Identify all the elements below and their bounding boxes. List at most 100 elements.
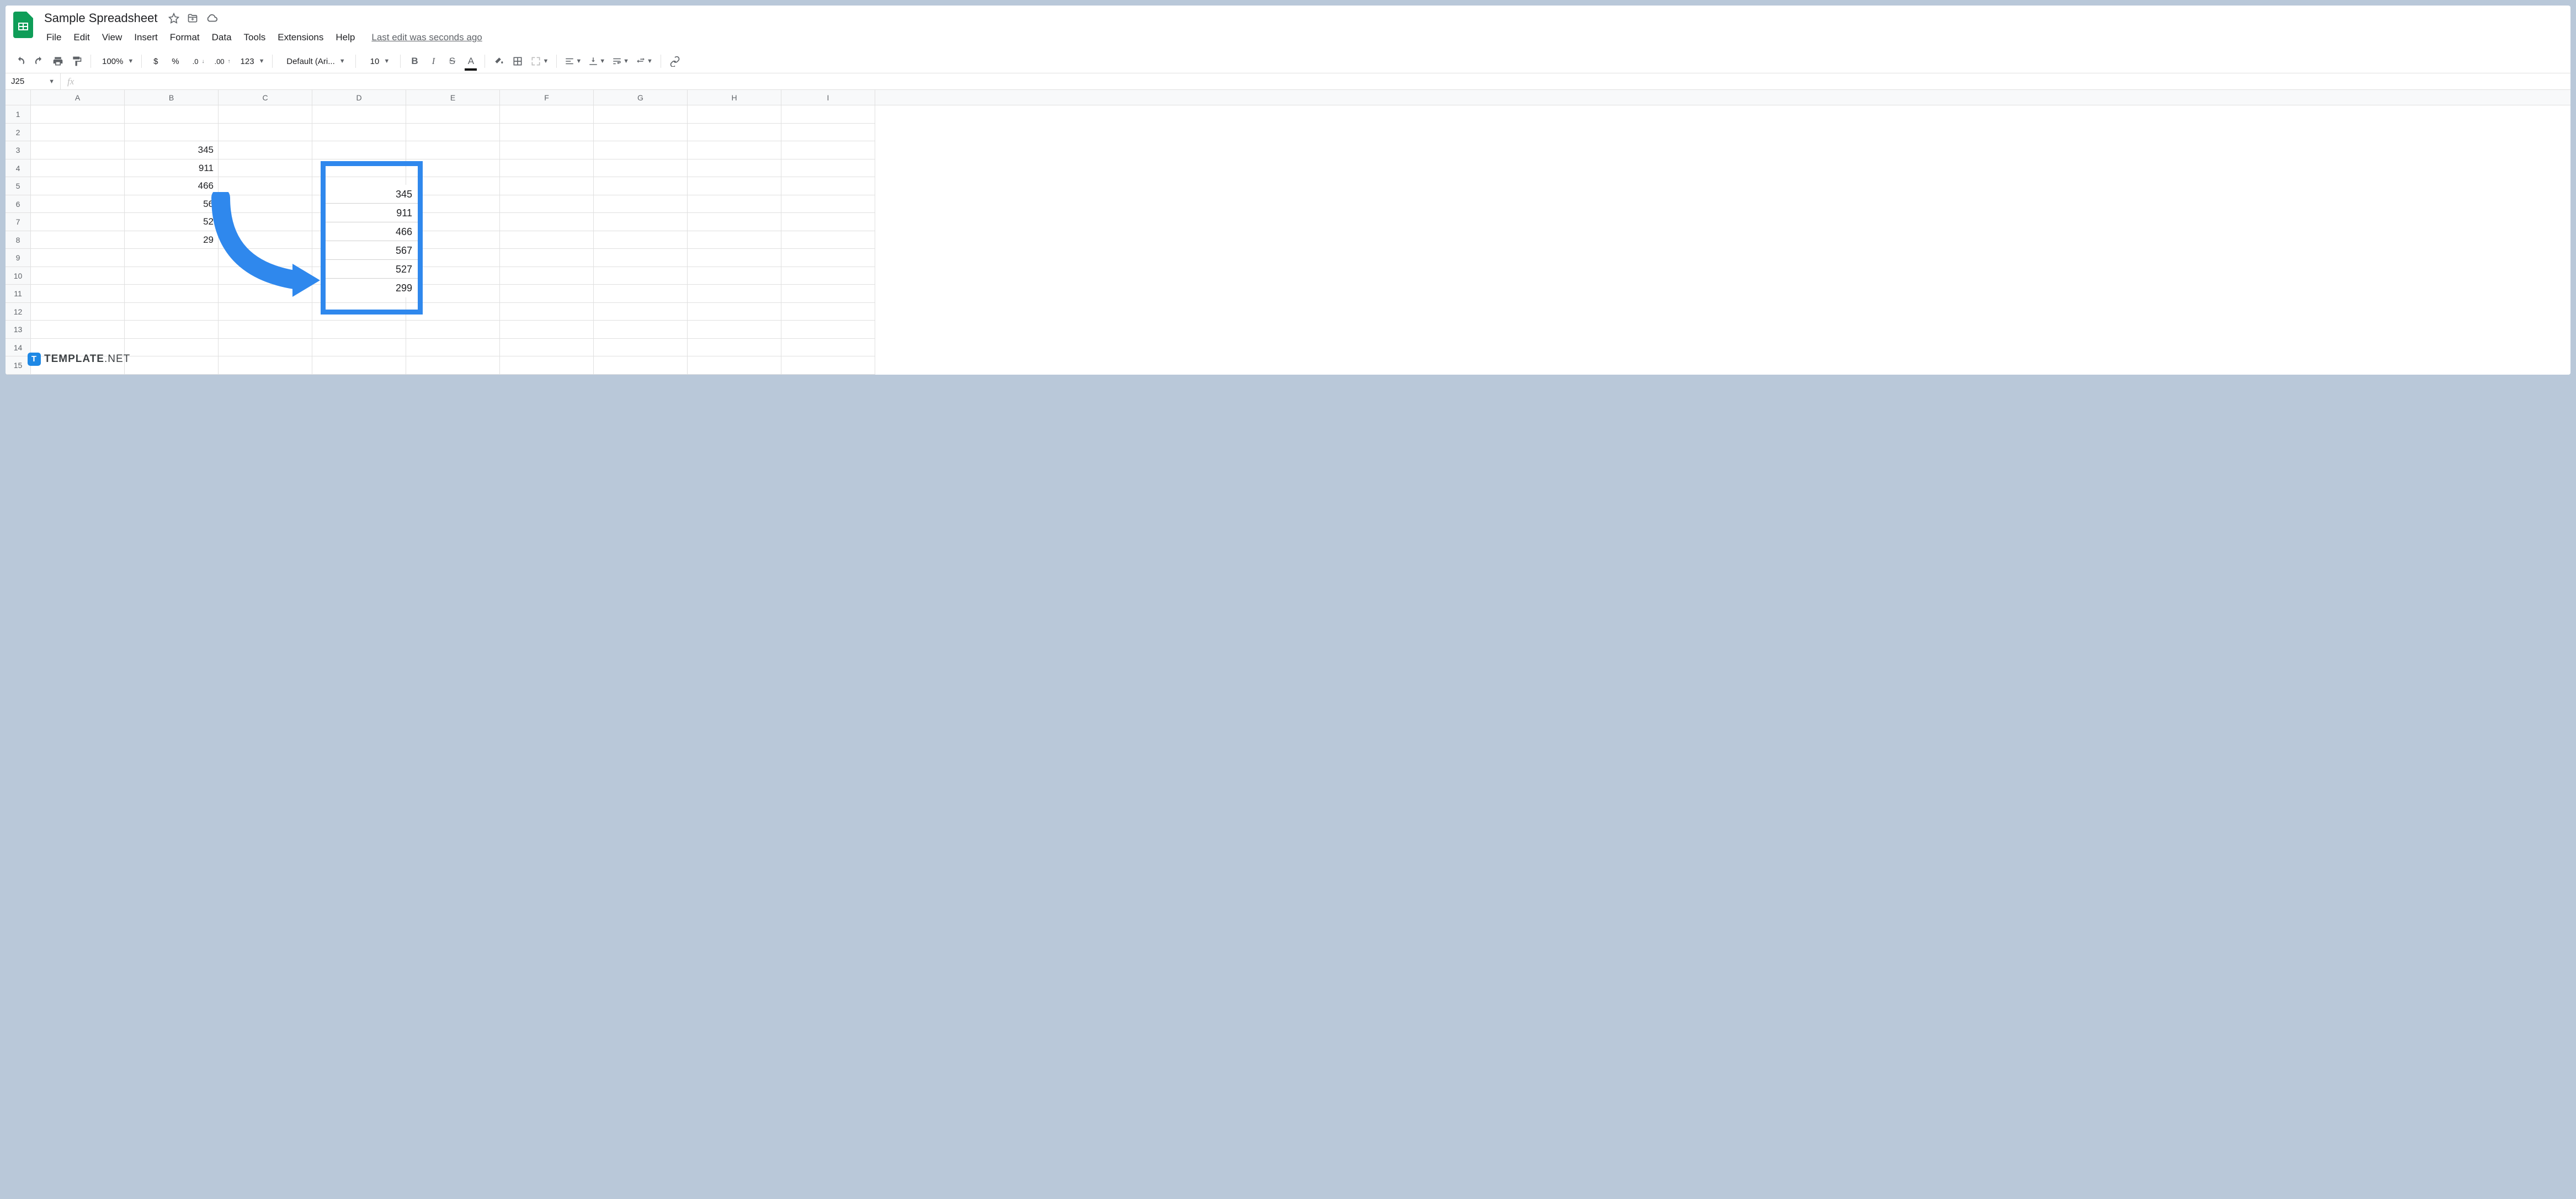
row-header-5[interactable]: 5 <box>6 177 31 195</box>
cell-E12[interactable] <box>406 303 500 321</box>
cloud-status-icon[interactable] <box>206 12 218 24</box>
cell-A6[interactable] <box>31 195 125 214</box>
print-button[interactable] <box>50 53 66 70</box>
cell-D11[interactable] <box>312 285 406 303</box>
cell-B14[interactable] <box>125 339 219 357</box>
cell-I4[interactable] <box>781 159 875 178</box>
currency-button[interactable]: $ <box>147 53 164 70</box>
cell-H15[interactable] <box>688 356 781 375</box>
cell-I3[interactable] <box>781 141 875 159</box>
italic-button[interactable]: I <box>425 53 441 70</box>
cell-F3[interactable] <box>500 141 594 159</box>
cell-E3[interactable] <box>406 141 500 159</box>
paint-format-button[interactable] <box>68 53 85 70</box>
cell-G11[interactable] <box>594 285 688 303</box>
cell-D10[interactable] <box>312 267 406 285</box>
cell-I10[interactable] <box>781 267 875 285</box>
cell-A4[interactable] <box>31 159 125 178</box>
cell-I5[interactable] <box>781 177 875 195</box>
cell-H11[interactable] <box>688 285 781 303</box>
cell-E15[interactable] <box>406 356 500 375</box>
cell-G9[interactable] <box>594 249 688 267</box>
cell-H6[interactable] <box>688 195 781 214</box>
cell-C3[interactable] <box>219 141 312 159</box>
menu-extensions[interactable]: Extensions <box>272 30 329 45</box>
cell-E13[interactable] <box>406 321 500 339</box>
cell-H8[interactable] <box>688 231 781 249</box>
col-header-C[interactable]: C <box>219 90 312 105</box>
cell-F11[interactable] <box>500 285 594 303</box>
cell-H10[interactable] <box>688 267 781 285</box>
cell-D4[interactable] <box>312 159 406 178</box>
cell-G13[interactable] <box>594 321 688 339</box>
cell-E8[interactable] <box>406 231 500 249</box>
row-header-13[interactable]: 13 <box>6 321 31 339</box>
cell-G10[interactable] <box>594 267 688 285</box>
zoom-dropdown[interactable]: 100%▼ <box>97 53 136 70</box>
cell-A8[interactable] <box>31 231 125 249</box>
cell-A1[interactable] <box>31 105 125 124</box>
cell-C14[interactable] <box>219 339 312 357</box>
cell-F13[interactable] <box>500 321 594 339</box>
row-header-10[interactable]: 10 <box>6 267 31 285</box>
cell-B11[interactable] <box>125 285 219 303</box>
cell-H3[interactable] <box>688 141 781 159</box>
horizontal-align-dropdown[interactable]: ▼ <box>562 53 584 70</box>
vertical-align-dropdown[interactable]: ▼ <box>586 53 608 70</box>
cell-A11[interactable] <box>31 285 125 303</box>
row-header-12[interactable]: 12 <box>6 303 31 321</box>
cell-I2[interactable] <box>781 124 875 142</box>
cell-E5[interactable] <box>406 177 500 195</box>
cell-A12[interactable] <box>31 303 125 321</box>
cell-H9[interactable] <box>688 249 781 267</box>
cell-A10[interactable] <box>31 267 125 285</box>
cell-C2[interactable] <box>219 124 312 142</box>
cell-E2[interactable] <box>406 124 500 142</box>
row-header-9[interactable]: 9 <box>6 249 31 267</box>
cell-F14[interactable] <box>500 339 594 357</box>
cell-D14[interactable] <box>312 339 406 357</box>
cell-D6[interactable] <box>312 195 406 214</box>
cell-C13[interactable] <box>219 321 312 339</box>
cell-H4[interactable] <box>688 159 781 178</box>
cell-D7[interactable] <box>312 213 406 231</box>
cell-I15[interactable] <box>781 356 875 375</box>
cell-F5[interactable] <box>500 177 594 195</box>
cell-F7[interactable] <box>500 213 594 231</box>
cell-C10[interactable] <box>219 267 312 285</box>
last-edit-link[interactable]: Last edit was seconds ago <box>371 32 482 43</box>
cell-I7[interactable] <box>781 213 875 231</box>
formula-input[interactable] <box>81 73 2570 89</box>
cell-A3[interactable] <box>31 141 125 159</box>
cell-D8[interactable] <box>312 231 406 249</box>
cell-C5[interactable] <box>219 177 312 195</box>
cell-A9[interactable] <box>31 249 125 267</box>
cell-H2[interactable] <box>688 124 781 142</box>
cell-H14[interactable] <box>688 339 781 357</box>
row-header-1[interactable]: 1 <box>6 105 31 124</box>
cell-H13[interactable] <box>688 321 781 339</box>
cell-I6[interactable] <box>781 195 875 214</box>
cell-E9[interactable] <box>406 249 500 267</box>
cell-C4[interactable] <box>219 159 312 178</box>
cell-D12[interactable] <box>312 303 406 321</box>
percent-button[interactable]: % <box>166 53 184 70</box>
cell-D3[interactable] <box>312 141 406 159</box>
cell-G12[interactable] <box>594 303 688 321</box>
cell-D5[interactable] <box>312 177 406 195</box>
cell-D13[interactable] <box>312 321 406 339</box>
cell-I11[interactable] <box>781 285 875 303</box>
cell-F15[interactable] <box>500 356 594 375</box>
col-header-I[interactable]: I <box>781 90 875 105</box>
cell-G15[interactable] <box>594 356 688 375</box>
row-header-3[interactable]: 3 <box>6 141 31 159</box>
col-header-E[interactable]: E <box>406 90 500 105</box>
cell-D9[interactable] <box>312 249 406 267</box>
cell-D15[interactable] <box>312 356 406 375</box>
menu-format[interactable]: Format <box>164 30 205 45</box>
cell-B9[interactable] <box>125 249 219 267</box>
cell-F12[interactable] <box>500 303 594 321</box>
redo-button[interactable] <box>31 53 47 70</box>
row-header-2[interactable]: 2 <box>6 124 31 142</box>
cell-C12[interactable] <box>219 303 312 321</box>
